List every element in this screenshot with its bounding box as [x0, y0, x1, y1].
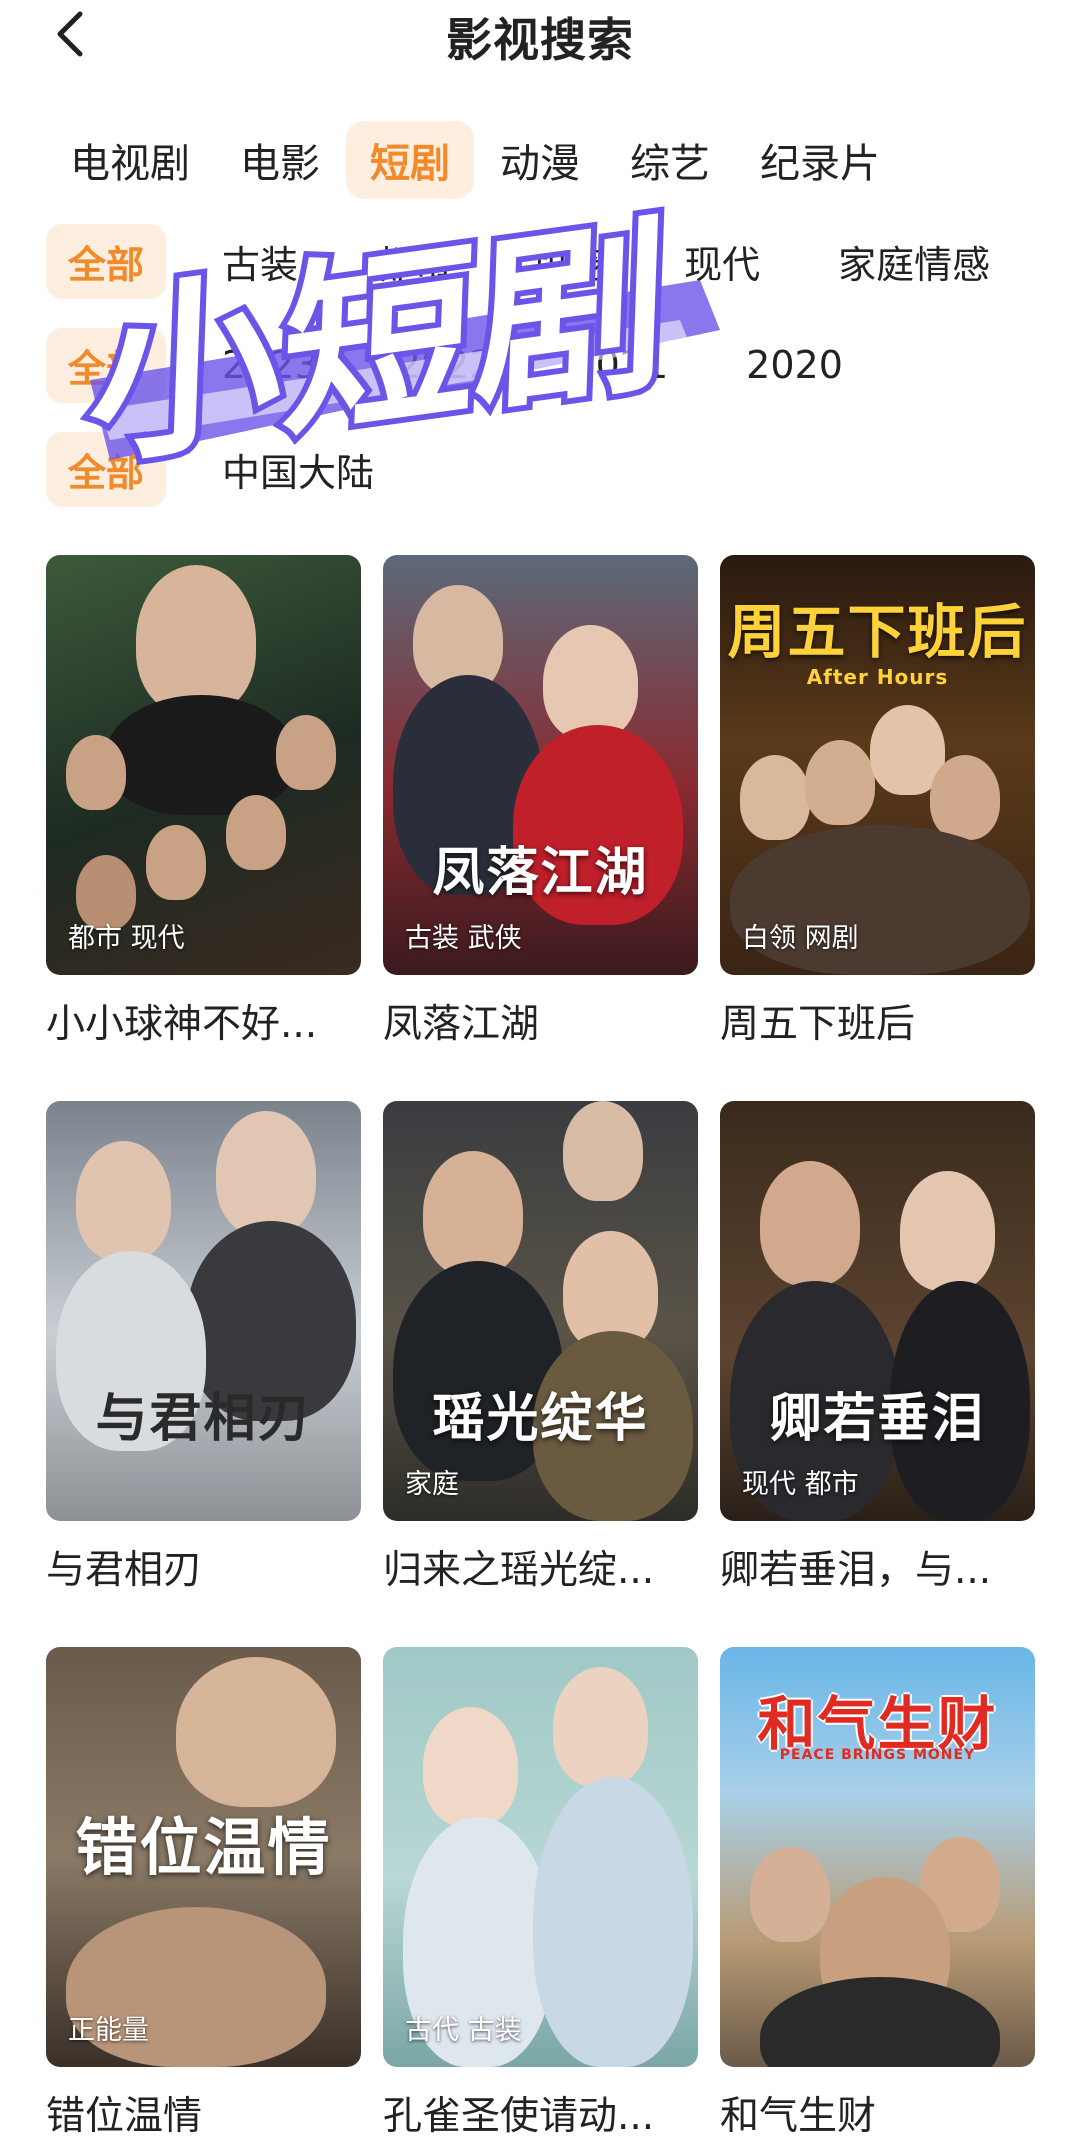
poster-tags: 都市 现代 [68, 923, 185, 954]
poster-image: 与君相刃 [46, 1101, 361, 1521]
poster-image: 和气生财 PEACE BRINGS MONEY [720, 1647, 1035, 2067]
tab-tv-series[interactable]: 电视剧 [46, 121, 214, 199]
poster-image: 古代 古装 [383, 1647, 698, 2067]
drama-card[interactable]: 都市 现代 小小球神不好... [46, 555, 361, 1049]
card-title: 小小球神不好... [46, 1002, 318, 1047]
year-chip[interactable]: 2023 [200, 333, 341, 397]
tab-short-drama[interactable]: 短剧 [346, 121, 474, 199]
poster-image: 凤落江湖 古装 武侠 [383, 555, 698, 975]
year-chip[interactable]: 2021 [549, 333, 690, 397]
drama-card[interactable]: 与君相刃 与君相刃 [46, 1101, 361, 1595]
poster-image: 瑶光绽华 家庭 [383, 1101, 698, 1521]
card-title: 与君相刃 [46, 1548, 203, 1593]
drama-card[interactable]: 卿若垂泪 现代 都市 卿若垂泪，与... [720, 1101, 1035, 1595]
poster-title-art: 周五下班后 [727, 598, 1028, 666]
card-title: 错位温情 [46, 2094, 203, 2139]
tab-movie[interactable]: 电影 [216, 121, 344, 199]
card-title: 和气生财 [720, 2094, 877, 2139]
year-chip[interactable]: 2022 [375, 333, 516, 397]
region-chip[interactable]: 中国大陆 [200, 432, 396, 507]
genre-chip-all[interactable]: 全部 [46, 223, 167, 299]
genre-chip[interactable]: 都市 [354, 224, 474, 299]
poster-tags: 白领 网剧 [742, 923, 859, 954]
poster-tags: 古代 古装 [405, 2015, 522, 2046]
region-filter-row: 全部 中国大陆 [46, 430, 430, 508]
card-title: 孔雀圣使请动... [383, 2094, 655, 2139]
poster-tags: 现代 都市 [742, 1469, 859, 1500]
card-title: 归来之瑶光绽... [383, 1548, 655, 1593]
year-chip-all[interactable]: 全部 [46, 327, 167, 403]
poster-image: 卿若垂泪 现代 都市 [720, 1101, 1035, 1521]
poster-tags: 正能量 [68, 2015, 149, 2046]
year-filter-row: 全部 2023 2022 2021 2020 [46, 326, 899, 404]
poster-tags: 家庭 [405, 1469, 459, 1500]
header: 影视搜索 [0, 0, 1080, 70]
drama-card[interactable]: 和气生财 PEACE BRINGS MONEY 和气生财 [720, 1647, 1035, 2141]
page-title: 影视搜索 [446, 13, 634, 67]
year-chip[interactable]: 2020 [724, 333, 865, 397]
poster-title-art: 错位温情 [75, 1811, 332, 1884]
drama-card[interactable]: 古代 古装 孔雀圣使请动... [383, 1647, 698, 2141]
genre-chip[interactable]: 甜宠 [508, 224, 628, 299]
drama-card[interactable]: 凤落江湖 古装 武侠 凤落江湖 [383, 555, 698, 1049]
poster-tags: 古装 武侠 [405, 923, 522, 954]
region-chip-all[interactable]: 全部 [46, 431, 167, 507]
poster-title-art: 与君相刃 [95, 1388, 312, 1449]
poster-title-art: 卿若垂泪 [769, 1388, 986, 1449]
card-title: 周五下班后 [720, 1002, 916, 1047]
drama-card[interactable]: 错位温情 正能量 错位温情 [46, 1647, 361, 2141]
drama-card[interactable]: 周五下班后 After Hours 白领 网剧 周五下班后 [720, 555, 1035, 1049]
poster-title-art: 凤落江湖 [432, 842, 649, 903]
tab-anime[interactable]: 动漫 [476, 121, 604, 199]
genre-chip[interactable]: 古装 [200, 224, 320, 299]
drama-card[interactable]: 瑶光绽华 家庭 归来之瑶光绽... [383, 1101, 698, 1595]
poster-subtitle-art: PEACE BRINGS MONEY [779, 1747, 976, 1763]
tab-documentary[interactable]: 纪录片 [736, 121, 904, 199]
card-title: 凤落江湖 [383, 1002, 540, 1047]
category-tabs: 电视剧 电影 短剧 动漫 综艺 纪录片 [46, 120, 906, 200]
poster-image: 错位温情 正能量 [46, 1647, 361, 2067]
genre-chip[interactable]: 现代 [662, 224, 782, 299]
card-title: 卿若垂泪，与... [720, 1548, 992, 1593]
genre-filter-row: 全部 古装 都市 甜宠 现代 家庭情感 [46, 222, 1046, 300]
genre-chip[interactable]: 家庭情感 [816, 224, 1012, 299]
poster-image: 都市 现代 [46, 555, 361, 975]
poster-image: 周五下班后 After Hours 白领 网剧 [720, 555, 1035, 975]
poster-title-art: 瑶光绽华 [432, 1388, 649, 1449]
poster-subtitle-art: After Hours [806, 665, 949, 689]
tab-variety[interactable]: 综艺 [606, 121, 734, 199]
